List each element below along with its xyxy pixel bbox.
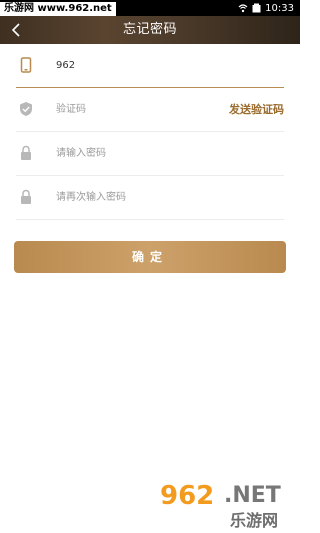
forgot-password-form: 962 验证码 发送验证码 请输入密码 请再次输入密码	[0, 44, 300, 220]
status-icons: 10:33	[238, 2, 294, 14]
lock-icon	[18, 189, 34, 205]
verification-code-placeholder: 验证码	[56, 104, 86, 115]
shield-icon	[18, 101, 34, 117]
wifi-icon	[238, 4, 248, 13]
confirm-password-field[interactable]: 请再次输入密码	[16, 176, 284, 220]
status-time: 10:33	[265, 2, 294, 14]
status-bar: 乐游网 www.962.net 10:33	[0, 0, 300, 16]
lock-icon	[18, 145, 34, 161]
phone-value: 962	[56, 60, 76, 71]
verification-code-field[interactable]: 验证码 发送验证码	[16, 88, 284, 132]
password-placeholder: 请输入密码	[56, 148, 106, 159]
password-field[interactable]: 请输入密码	[16, 132, 284, 176]
watermark-logo: 962 .NET 乐游网	[152, 477, 292, 530]
phone-field[interactable]: 962	[16, 44, 284, 88]
watermark-logo-domain: .NET	[224, 483, 281, 508]
confirm-button[interactable]: 确定	[14, 241, 286, 273]
battery-icon	[252, 3, 261, 13]
confirm-password-placeholder: 请再次输入密码	[56, 192, 126, 203]
watermark-logo-cn: 乐游网	[230, 511, 279, 530]
app-header: 忘记密码	[0, 16, 300, 44]
send-code-button[interactable]: 发送验证码	[229, 88, 284, 131]
watermark-logo-number: 962	[160, 481, 215, 511]
phone-icon	[18, 57, 34, 73]
watermark-text: 乐游网 www.962.net	[0, 2, 116, 16]
page-title: 忘记密码	[122, 22, 177, 37]
